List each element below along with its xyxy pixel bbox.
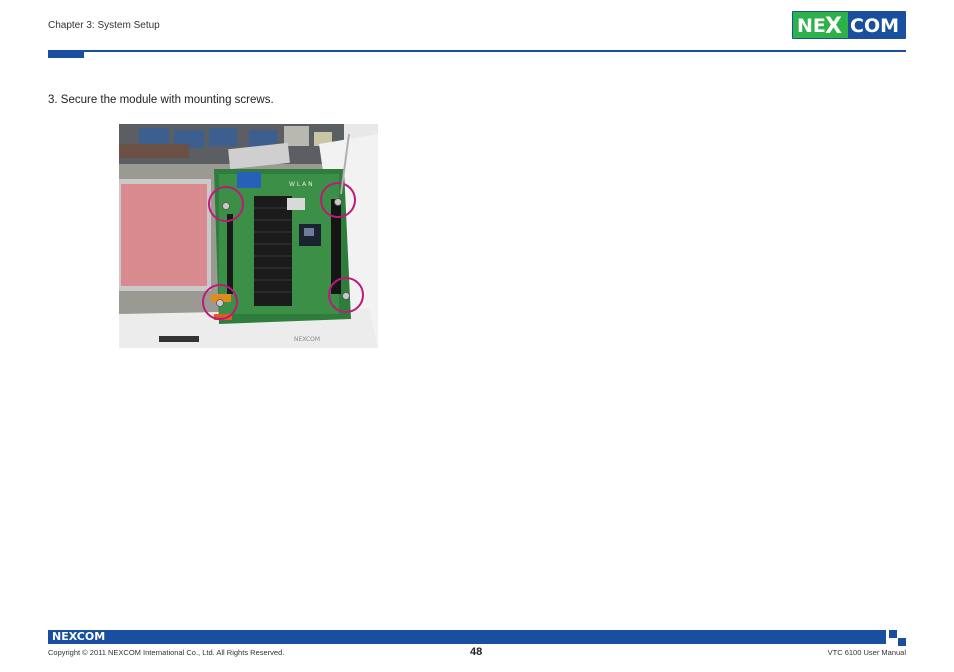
footer-square-top — [889, 630, 897, 638]
footer-logo: NEXCOM — [52, 630, 106, 643]
nexcom-logo: NE X COM — [792, 11, 906, 39]
header-tab — [48, 50, 84, 58]
footer-square-gap — [889, 638, 897, 644]
page-number: 48 — [470, 646, 483, 658]
header-rule — [48, 50, 906, 52]
wlan-label: W L A N — [289, 181, 313, 188]
svg-text:NE: NE — [797, 15, 826, 37]
module-installation-photo: NEXCOM W L A N — [119, 124, 378, 348]
nexcom-logo-mark: NE X COM — [797, 14, 899, 39]
svg-text:COM: COM — [850, 15, 899, 37]
chapter-title: Chapter 3: System Setup — [48, 20, 160, 31]
copyright-text: Copyright © 2011 NEXCOM International Co… — [48, 648, 285, 657]
manual-title: VTC 6100 User Manual — [827, 648, 906, 657]
chassis-logo-text: NEXCOM — [294, 336, 320, 343]
step-3-text: 3. Secure the module with mounting screw… — [48, 94, 274, 106]
footer-bar — [48, 630, 886, 644]
footer-square-right — [898, 638, 906, 646]
svg-text:X: X — [825, 14, 842, 39]
